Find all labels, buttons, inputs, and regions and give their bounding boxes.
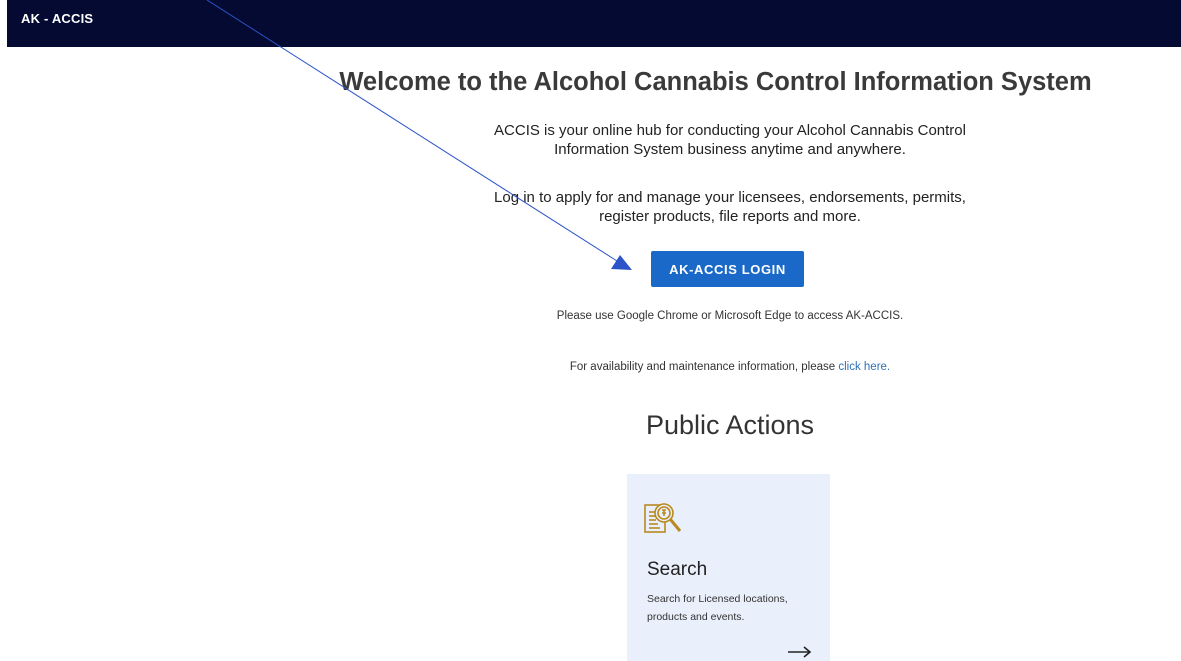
login-button[interactable]: AK-ACCIS LOGIN xyxy=(651,251,804,287)
browser-note: Please use Google Chrome or Microsoft Ed… xyxy=(556,310,904,322)
availability-text: For availability and maintenance informa… xyxy=(569,361,836,373)
arrow-right-icon[interactable] xyxy=(787,645,813,659)
public-actions-title: Public Actions xyxy=(645,410,815,440)
search-card[interactable]: Search Search for Licensed locations, pr… xyxy=(627,474,830,661)
availability-note: For availability and maintenance informa… xyxy=(430,361,1030,373)
search-document-icon xyxy=(644,503,682,533)
annotation-arrow xyxy=(206,0,632,270)
search-card-description: Search for Licensed locations, products … xyxy=(647,593,788,623)
login-description: Log in to apply for and manage your lice… xyxy=(430,188,1030,226)
top-navigation-bar: AK - ACCIS xyxy=(7,0,1181,47)
login-description-line-2: register products, file reports and more… xyxy=(599,208,861,225)
intro-text: ACCIS is your online hub for conducting … xyxy=(430,121,1030,159)
brand-title[interactable]: AK - ACCIS xyxy=(21,11,93,26)
login-description-line-1: Log in to apply for and manage your lice… xyxy=(494,189,966,206)
page-title: Welcome to the Alcohol Cannabis Control … xyxy=(339,68,1092,96)
intro-line-1: ACCIS is your online hub for conducting … xyxy=(494,122,966,139)
availability-link[interactable]: click here. xyxy=(838,361,890,373)
search-card-title: Search xyxy=(647,559,708,580)
intro-line-2: Information System business anytime and … xyxy=(554,141,906,158)
